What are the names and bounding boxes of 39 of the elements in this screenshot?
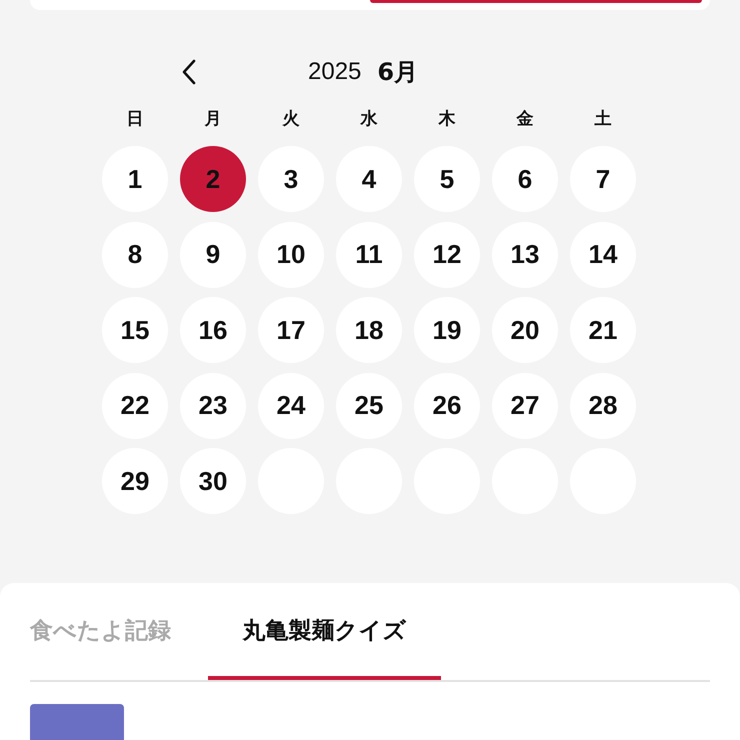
calendar-day[interactable]: 1 [102,146,168,212]
weekday-label: 日 [126,108,144,131]
weekday-label: 水 [360,108,378,131]
calendar-day[interactable]: 30 [180,448,246,514]
calendar-day[interactable]: 9 [180,222,246,288]
calendar-day[interactable]: 22 [102,372,168,438]
calendar-day[interactable]: 24 [258,372,324,438]
calendar-day[interactable]: 8 [102,222,168,288]
calendar-day[interactable]: 10 [258,222,324,288]
calendar-day[interactable]: 25 [336,372,402,438]
calendar-year: 2025 [308,58,362,86]
calendar-day[interactable]: 17 [258,297,324,363]
calendar-day[interactable]: 12 [414,222,480,288]
weekday-label: 木 [438,108,456,131]
calendar-day[interactable]: 3 [258,146,324,212]
tab[interactable]: 丸亀製麺クイズ [208,583,441,678]
calendar-day[interactable]: 19 [414,297,480,363]
calendar-day[interactable]: 16 [180,297,246,363]
calendar-day[interactable]: 26 [414,372,480,438]
calendar-day[interactable]: 15 [102,297,168,363]
calendar-day[interactable]: 6 [492,146,558,212]
calendar-month: 6月 [377,57,418,88]
calendar-day[interactable]: 4 [336,146,402,212]
calendar-day[interactable]: 29 [102,448,168,514]
weekday-label: 土 [594,108,612,131]
weekday-label: 月 [204,108,222,131]
calendar-day[interactable]: 18 [336,297,402,363]
calendar-day[interactable]: 21 [570,297,636,363]
calendar-day[interactable]: 13 [492,222,558,288]
calendar-day[interactable]: 11 [336,222,402,288]
calendar-day[interactable]: 27 [492,372,558,438]
calendar-day[interactable]: 14 [570,222,636,288]
calendar-day[interactable]: 23 [180,372,246,438]
calendar-day[interactable]: 28 [570,372,636,438]
weekday-label: 金 [516,108,534,131]
calendar-day[interactable]: 5 [414,146,480,212]
calendar-day[interactable]: 7 [570,146,636,212]
calendar-day[interactable]: 20 [492,297,558,363]
weekday-label: 火 [282,108,300,131]
